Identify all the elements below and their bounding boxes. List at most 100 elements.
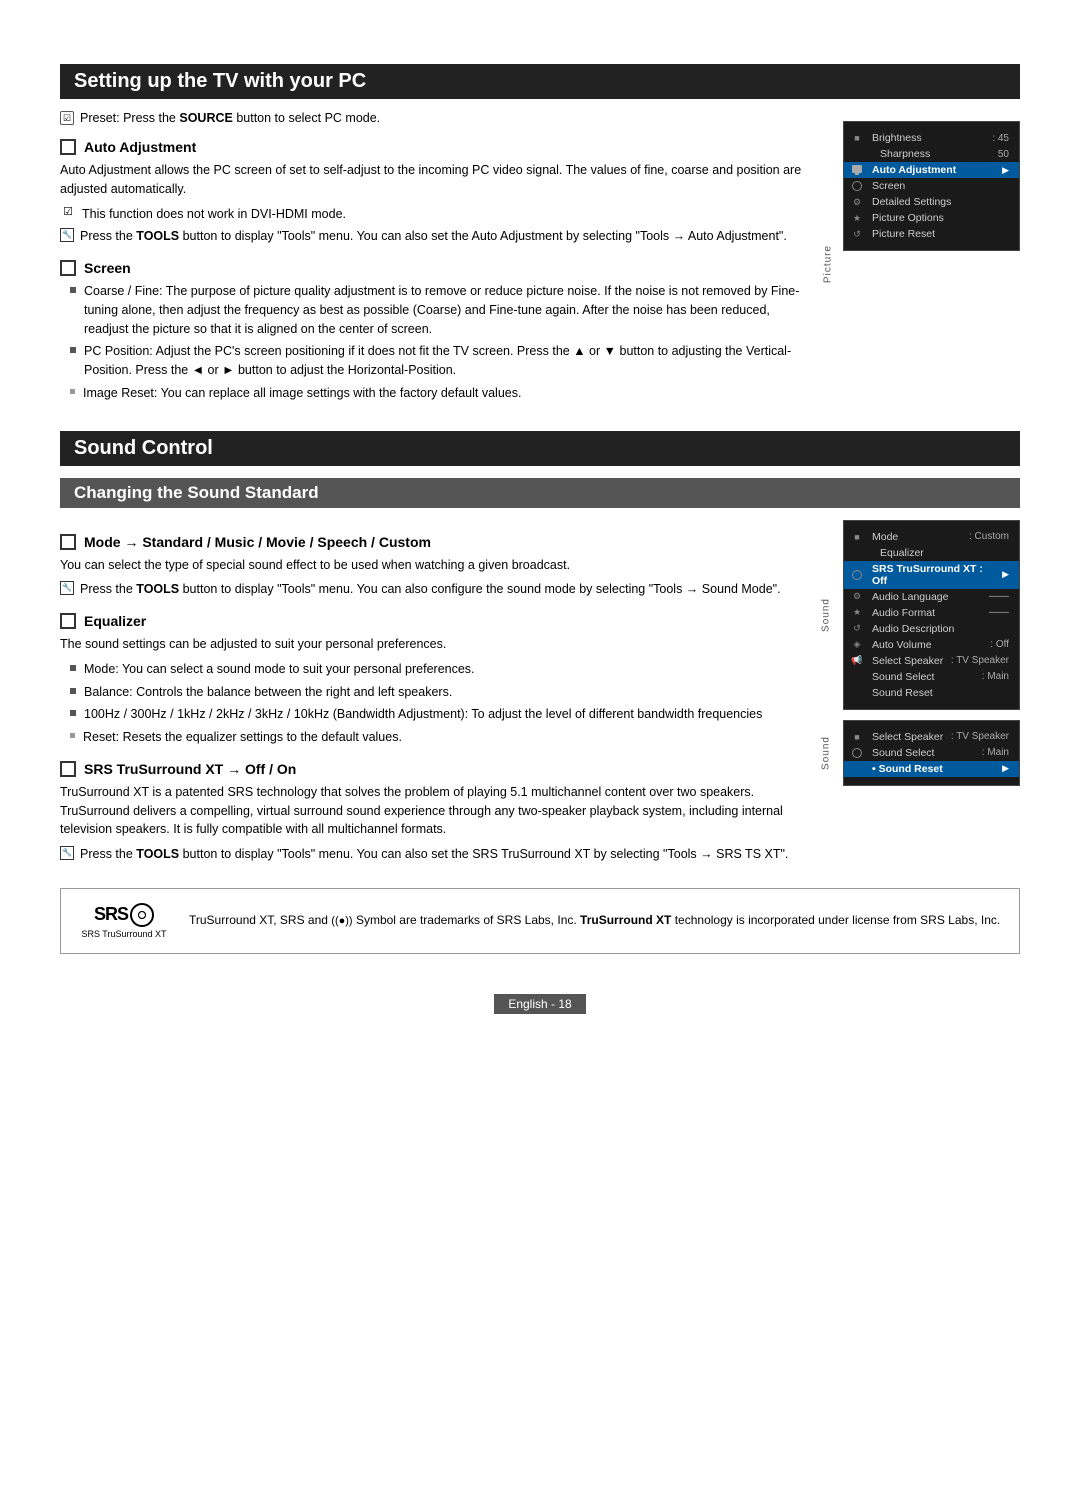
sound-standard-content: Mode → Standard / Music / Movie / Speech…	[60, 520, 1020, 868]
tv-panel-1-label: Picture	[823, 245, 834, 283]
eq-bullet-icon-3	[70, 710, 76, 716]
preset-text: Preset: Press the SOURCE button to selec…	[80, 111, 380, 125]
sound-standard-left: Mode → Standard / Music / Movie / Speech…	[60, 520, 805, 868]
srs-description: TruSurround XT, SRS and ((●)) Symbol are…	[189, 911, 1000, 931]
tv3-icon-2	[850, 746, 864, 760]
tv2-icon-2	[850, 546, 864, 560]
tv-panel-3-wrapper: Sound ■ Select Speaker : TV Speaker Soun…	[825, 720, 1020, 786]
tv2-icon-4: ⚙	[850, 590, 864, 604]
tv2-icon-5: ★	[850, 606, 864, 620]
page-number: English - 18	[494, 994, 585, 1014]
tv2-icon-8: 📢	[850, 654, 864, 668]
tv-row-brightness: ■ Brightness : 45	[844, 130, 1019, 146]
eq-bullet-icon-1	[70, 665, 76, 671]
tv2-icon-3	[850, 568, 864, 582]
tv-row-detailed: ⚙ Detailed Settings	[844, 194, 1019, 210]
bullet-icon-3	[70, 389, 75, 394]
screen-bullet-3-text: Image Reset: You can replace all image s…	[83, 384, 521, 403]
bullet-icon-2	[70, 347, 76, 353]
tv2-row-sound-reset: Sound Reset	[844, 685, 1019, 701]
tv2-row-auto-vol: ◈ Auto Volume : Off	[844, 637, 1019, 653]
tools-icon-2: 🔧	[60, 581, 74, 595]
tv2-row-audio-fmt: ★ Audio Format ——	[844, 605, 1019, 621]
tv-panel-3-label: Sound	[820, 736, 831, 770]
equalizer-heading: Equalizer	[60, 613, 805, 629]
sound-control-title: Sound Control	[60, 431, 1020, 466]
check-icon: ☑	[60, 205, 76, 221]
screen-bullet-2-text: PC Position: Adjust the PC's screen posi…	[84, 342, 805, 380]
mode-note-text: Press the TOOLS button to display "Tools…	[80, 580, 781, 599]
screen-bullet-3: Image Reset: You can replace all image s…	[70, 384, 805, 403]
tv-panel-2-wrapper: Sound ■ Mode : Custom Equalizer	[825, 520, 1020, 710]
srs-heading: SRS TruSurround XT → Off / On	[60, 761, 805, 777]
screen-heading: Screen	[60, 260, 805, 276]
page-footer: English - 18	[60, 994, 1020, 1014]
tv-panel-3: ■ Select Speaker : TV Speaker Sound Sele…	[843, 720, 1020, 786]
srs-body: TruSurround XT is a patented SRS technol…	[60, 783, 805, 839]
tv2-row-eq: Equalizer	[844, 545, 1019, 561]
section-title-pc: Setting up the TV with your PC	[60, 64, 1020, 99]
eq-bullet-icon-4	[70, 733, 75, 738]
tv-panel-2-label: Sound	[820, 598, 831, 632]
tv-icon-7: ↺	[850, 227, 864, 241]
mode-body: You can select the type of special sound…	[60, 556, 805, 575]
tv-icon-5: ⚙	[850, 195, 864, 209]
srs-circle-logo	[130, 903, 154, 927]
tv2-icon-6: ↺	[850, 622, 864, 636]
srs-sub-text: SRS TruSurround XT	[81, 929, 166, 939]
tv2-row-select-spk: 📢 Select Speaker : TV Speaker	[844, 653, 1019, 669]
tv-row-sharpness: Sharpness 50	[844, 146, 1019, 162]
section-pc-setup: Setting up the TV with your PC ☑ Preset:…	[60, 64, 1020, 407]
tv3-row-sound-reset: • Sound Reset ▶	[844, 761, 1019, 777]
sound-standard-title: Changing the Sound Standard	[60, 478, 1020, 508]
bullet-icon-1	[70, 287, 76, 293]
eq-bullet-4: Reset: Resets the equalizer settings to …	[70, 728, 805, 747]
auto-adjustment-body: Auto Adjustment allows the PC screen of …	[60, 161, 805, 199]
tv-panel-1-wrapper: Picture ■ Brightness : 45 Sharpness 50 A…	[825, 121, 1020, 407]
pc-setup-left: ☑ Preset: Press the SOURCE button to sel…	[60, 111, 805, 407]
auto-note-2-text: Press the TOOLS button to display "Tools…	[80, 227, 787, 246]
tv2-icon-9	[850, 670, 864, 684]
srs-inner-circle	[138, 911, 146, 919]
srs-note: 🔧 Press the TOOLS button to display "Too…	[60, 845, 805, 864]
eq-bullet-3: 100Hz / 300Hz / 1kHz / 2kHz / 3kHz / 10k…	[70, 705, 805, 724]
tv3-icon-3	[850, 762, 864, 776]
tv2-row-audio-lang: ⚙ Audio Language ——	[844, 589, 1019, 605]
section-sound-control: Sound Control	[60, 431, 1020, 466]
tv2-row-sound-sel: Sound Select : Main	[844, 669, 1019, 685]
srs-symbol: ((●))	[331, 915, 352, 927]
mode-heading: Mode → Standard / Music / Movie / Speech…	[60, 534, 805, 550]
srs-trademark-box: SRS SRS TruSurround XT TruSurround XT, S…	[60, 888, 1020, 954]
tv-icon-4	[850, 179, 864, 193]
screen-bullet-1-text: Coarse / Fine: The purpose of picture qu…	[84, 282, 805, 338]
tv-icon-3	[850, 163, 864, 177]
srs-note-text: Press the TOOLS button to display "Tools…	[80, 845, 788, 864]
srs-logo-inner: SRS	[94, 903, 154, 927]
pc-setup-content: ☑ Preset: Press the SOURCE button to sel…	[60, 111, 1020, 407]
tv2-row-srs: SRS TruSurround XT : Off ▶	[844, 561, 1019, 589]
srs-logo: SRS SRS TruSurround XT	[79, 903, 169, 939]
tv-row-screen: Screen	[844, 178, 1019, 194]
auto-note-2: 🔧 Press the TOOLS button to display "Too…	[60, 227, 805, 246]
tv3-row-sound-sel: Sound Select : Main	[844, 745, 1019, 761]
mode-note: 🔧 Press the TOOLS button to display "Too…	[60, 580, 805, 599]
srs-text: SRS	[94, 904, 128, 925]
tv-panels-right: Sound ■ Mode : Custom Equalizer	[825, 520, 1020, 868]
tv-icon-1: ■	[850, 131, 864, 145]
auto-note-1: ☑ This function does not work in DVI-HDM…	[60, 205, 805, 224]
tools-icon-3: 🔧	[60, 846, 74, 860]
tv-icon-6: ★	[850, 211, 864, 225]
tv-panel-1: ■ Brightness : 45 Sharpness 50 Auto Adju…	[843, 121, 1020, 251]
tv2-icon-1: ■	[850, 530, 864, 544]
tv2-icon-10	[850, 686, 864, 700]
screen-bullet-2: PC Position: Adjust the PC's screen posi…	[70, 342, 805, 380]
eq-bullet-2: Balance: Controls the balance between th…	[70, 683, 805, 702]
tv-icon-2	[850, 147, 864, 161]
eq-bullet-icon-2	[70, 688, 76, 694]
tv-row-picture-reset: ↺ Picture Reset	[844, 226, 1019, 242]
equalizer-body: The sound settings can be adjusted to su…	[60, 635, 805, 654]
preset-note: ☑ Preset: Press the SOURCE button to sel…	[60, 111, 805, 125]
tv3-row-select-spk: ■ Select Speaker : TV Speaker	[844, 729, 1019, 745]
section-sound-standard: Changing the Sound Standard Mode → Stand…	[60, 478, 1020, 954]
auto-note-1-text: This function does not work in DVI-HDMI …	[82, 205, 346, 224]
